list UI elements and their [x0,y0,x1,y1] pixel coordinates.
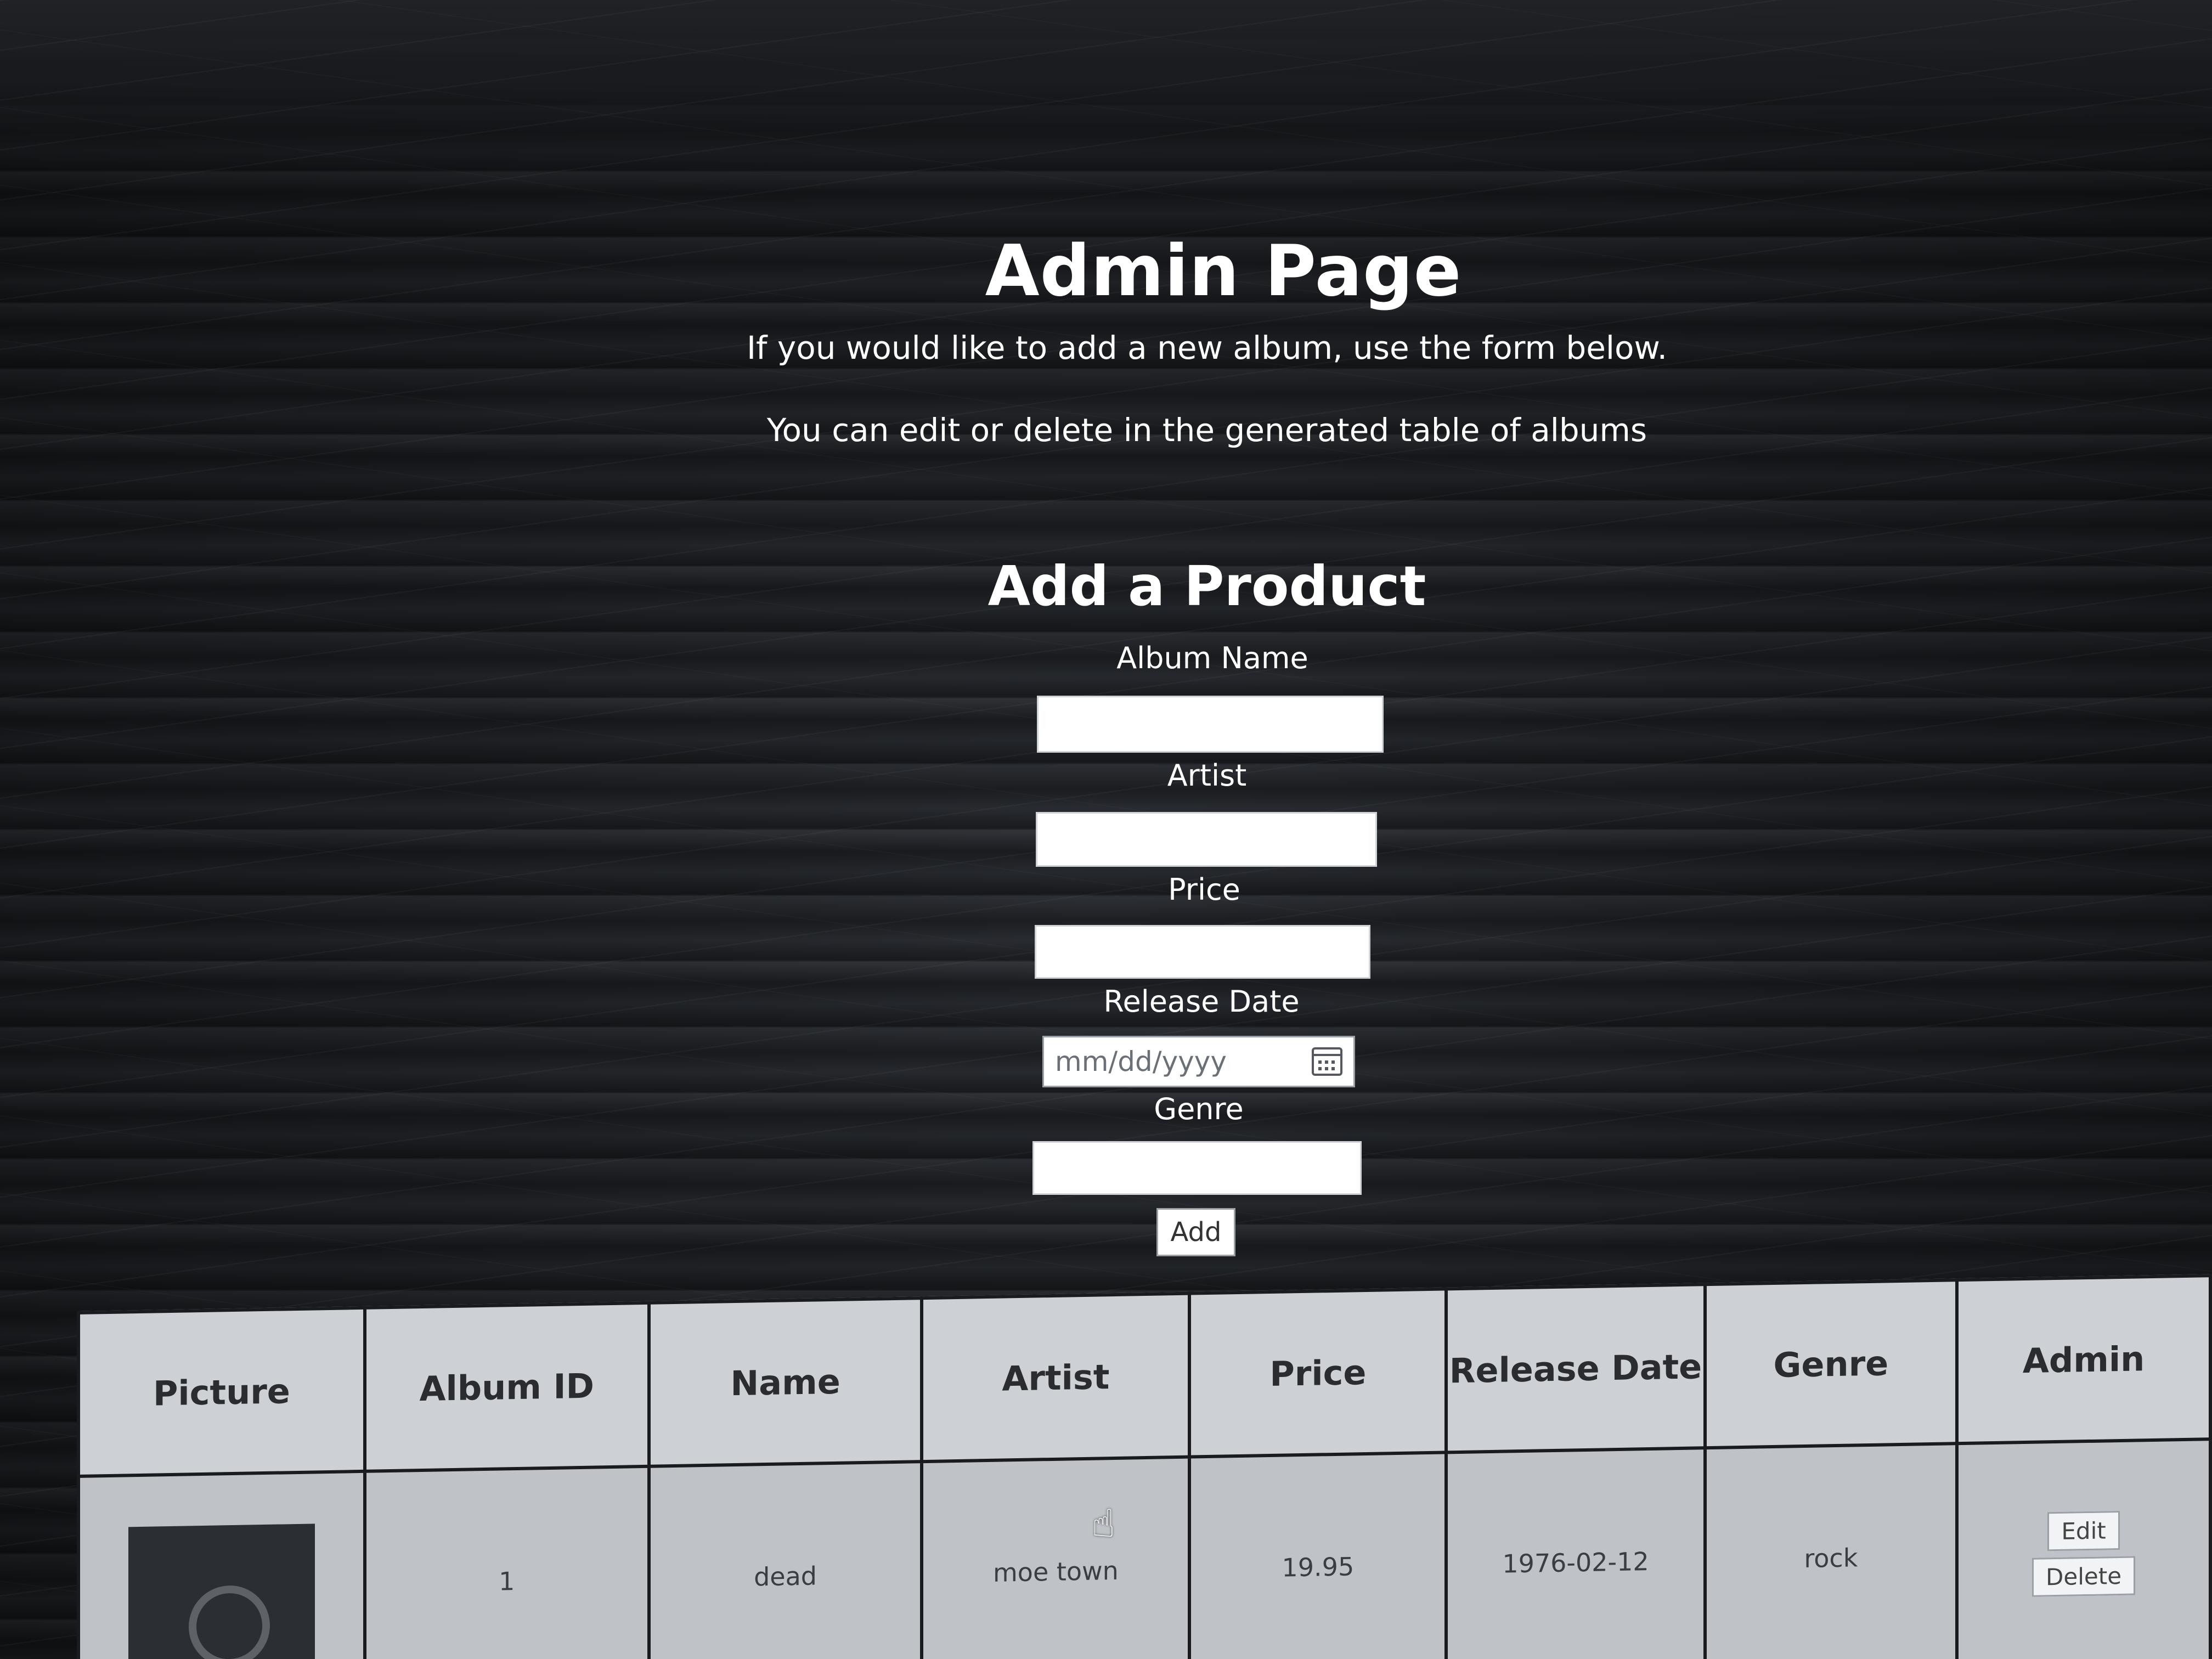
intro-text-add: If you would like to add a new album, us… [746,329,1668,366]
album-thumbnail [128,1523,315,1659]
header-picture: Picture [78,1307,365,1476]
price-label: Price [1168,872,1240,907]
page-title: Admin Page [985,230,1462,312]
cell-picture [78,1471,365,1659]
admin-page: Admin Page If you would like to add a ne… [0,0,2212,1659]
header-genre: Genre [1705,1280,1957,1448]
albums-table-container: Picture Album ID Name Artist Price Relea… [77,1274,2212,1659]
header-artist: Artist [922,1293,1190,1462]
header-name: Name [648,1298,922,1466]
header-price: Price [1189,1289,1447,1457]
cell-genre: rock [1705,1443,1957,1659]
calendar-icon[interactable] [1312,1047,1342,1076]
cell-price: 19.95 [1189,1452,1447,1659]
cell-artist: moe town [922,1457,1190,1659]
artist-label: Artist [1167,758,1247,793]
add-button[interactable]: Add [1156,1208,1235,1256]
delete-button[interactable]: Delete [2032,1556,2136,1597]
release-date-placeholder: mm/dd/yyyy [1055,1046,1227,1077]
cell-album-id: 1 [364,1466,649,1659]
cell-name: dead [648,1462,922,1659]
genre-label: Genre [1154,1092,1244,1126]
genre-input[interactable] [1032,1141,1362,1195]
artist-input[interactable] [1036,812,1377,867]
cell-release-date: 1976-02-12 [1446,1448,1705,1659]
edit-button[interactable]: Edit [2047,1510,2120,1551]
album-name-input[interactable] [1037,696,1384,753]
header-album-id: Album ID [364,1302,649,1471]
album-name-label: Album Name [1116,641,1308,675]
release-date-input[interactable]: mm/dd/yyyy [1042,1036,1355,1087]
header-admin: Admin [1957,1276,2210,1444]
intro-text-edit: You can edit or delete in the generated … [766,411,1647,449]
form-title: Add a Product [988,554,1426,618]
release-date-label: Release Date [1103,984,1300,1019]
hand-cursor-icon: ☝ [1092,1501,1115,1546]
header-release-date: Release Date [1446,1284,1705,1453]
table-row: 1 dead moe town 19.95 1976-02-12 rock Ed… [78,1439,2210,1659]
price-input[interactable] [1035,925,1370,979]
cell-admin: Edit Delete [1957,1439,2210,1659]
albums-table: Picture Album ID Name Artist Price Relea… [77,1274,2212,1659]
